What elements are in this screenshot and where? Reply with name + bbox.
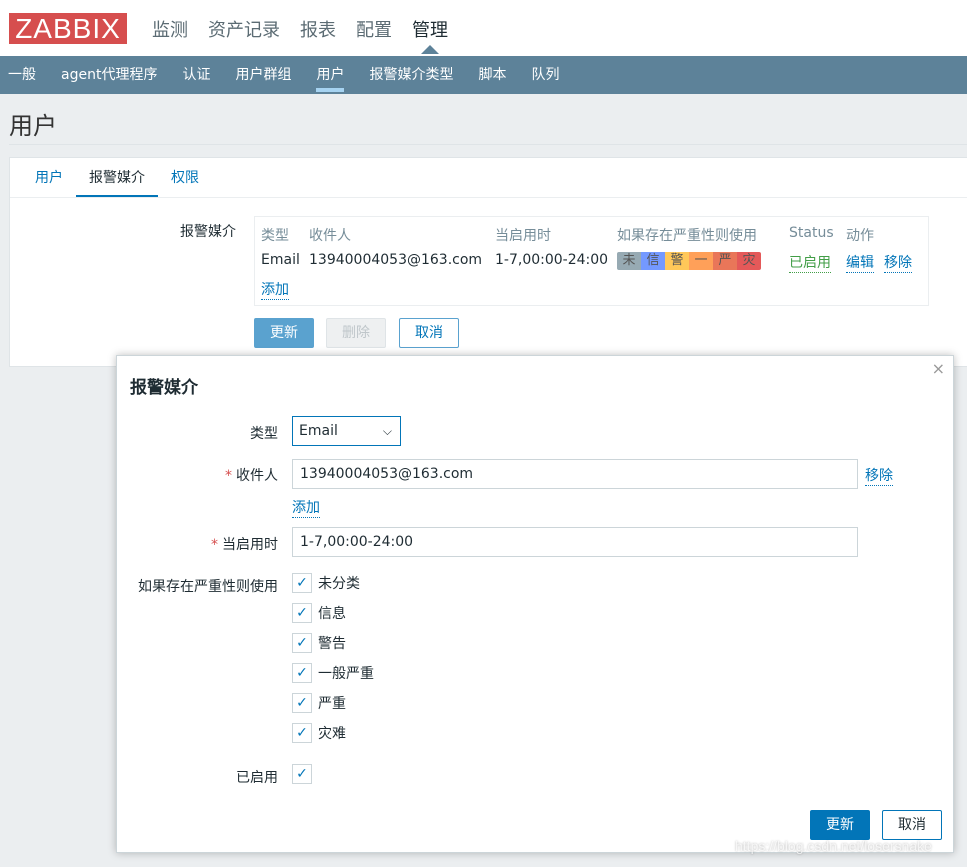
nav-monitoring[interactable]: 监测: [152, 16, 188, 42]
check-icon: ✓: [292, 663, 312, 683]
tabs: 用户 报警媒介 权限: [22, 170, 212, 198]
media-label: 报警媒介: [180, 224, 236, 240]
tab-user[interactable]: 用户: [22, 170, 76, 198]
nav-configuration[interactable]: 配置: [356, 16, 392, 42]
sub-nav: 一般 agent代理程序 认证 用户群组 用户 报警媒介类型 脚本 队列: [0, 56, 967, 94]
check-icon: ✓: [292, 764, 312, 784]
severity-badge: 灾: [737, 252, 761, 270]
update-button[interactable]: 更新: [254, 318, 314, 348]
checkbox-information[interactable]: ✓ 信息: [292, 603, 346, 623]
checkbox-not-classified[interactable]: ✓ 未分类: [292, 573, 360, 593]
checkbox-warning[interactable]: ✓ 警告: [292, 633, 346, 653]
watermark: https://blog.csdn.net/losersnake: [735, 838, 932, 854]
page-title: 用户: [9, 112, 57, 140]
col-when-active: 当启用时: [495, 228, 551, 244]
type-select-value: Email: [299, 423, 338, 439]
edit-link[interactable]: 编辑: [846, 252, 874, 273]
subnav-queue[interactable]: 队列: [531, 56, 559, 94]
send-to-input[interactable]: 13940004053@163.com: [292, 459, 858, 489]
severity-badge: 信: [641, 252, 665, 270]
nav-administration[interactable]: 管理: [412, 16, 448, 54]
check-icon: ✓: [292, 573, 312, 593]
check-icon: ✓: [292, 723, 312, 743]
type-select[interactable]: Email ⌵: [292, 416, 401, 446]
check-icon: ✓: [292, 603, 312, 623]
user-form-panel: 用户 报警媒介 权限 报警媒介 类型 收件人 当启用时 如果存在严重性则使用 S…: [9, 157, 967, 367]
close-icon[interactable]: ×: [932, 359, 945, 378]
subnav-scripts[interactable]: 脚本: [478, 56, 506, 94]
severity-badge: 未: [617, 252, 641, 270]
main-nav: 监测 资产记录 报表 配置 管理: [152, 16, 448, 54]
chevron-down-icon: ⌵: [382, 424, 392, 438]
media-send-to: 13940004053@163.com: [309, 252, 483, 268]
media-status[interactable]: 已启用: [789, 252, 831, 273]
subnav-authentication[interactable]: 认证: [182, 56, 210, 94]
col-severity: 如果存在严重性则使用: [617, 228, 757, 244]
media-when-active: 1-7,00:00-24:00: [495, 252, 609, 268]
checkbox-average[interactable]: ✓ 一般严重: [292, 663, 374, 683]
subnav-users[interactable]: 用户: [316, 56, 345, 94]
media-dialog: 报警媒介 × 类型 Email ⌵ * 收件人 13940004053@163.co…: [116, 355, 954, 853]
nav-reports[interactable]: 报表: [300, 16, 336, 42]
severity-badge: 一: [689, 252, 713, 270]
when-active-input[interactable]: 1-7,00:00-24:00: [292, 527, 858, 557]
dialog-update-button[interactable]: 更新: [810, 810, 870, 840]
severity-badge: 警: [665, 252, 689, 270]
subnav-user-groups[interactable]: 用户群组: [235, 56, 291, 94]
media-type: Email: [261, 252, 300, 268]
enabled-label: 已启用: [236, 770, 278, 786]
header: ZABBIX 监测 资产记录 报表 配置 管理: [0, 0, 967, 56]
subnav-media-types[interactable]: 报警媒介类型: [369, 56, 453, 94]
divider: [9, 144, 967, 145]
nav-inventory[interactable]: 资产记录: [208, 16, 280, 42]
severity-label: 如果存在严重性则使用: [138, 579, 278, 595]
delete-button[interactable]: 删除: [326, 318, 386, 348]
col-action: 动作: [846, 228, 874, 244]
dialog-cancel-button[interactable]: 取消: [882, 810, 942, 840]
subnav-general[interactable]: 一般: [8, 56, 36, 94]
tab-divider: [10, 197, 967, 198]
type-label: 类型: [250, 426, 278, 442]
severity-badge: 严: [713, 252, 737, 270]
checkbox-enabled[interactable]: ✓: [292, 764, 312, 784]
remove-link[interactable]: 移除: [884, 252, 912, 273]
checkbox-high[interactable]: ✓ 严重: [292, 693, 346, 713]
send-to-label: * 收件人: [225, 468, 278, 484]
media-table: 类型 收件人 当启用时 如果存在严重性则使用 Status 动作 Email 1…: [254, 216, 929, 306]
severity-badges: 未信警一严灾: [617, 252, 761, 270]
checkbox-disaster[interactable]: ✓ 灾难: [292, 723, 346, 743]
when-active-label: * 当启用时: [211, 537, 278, 553]
col-status: Status: [789, 225, 834, 241]
col-type: 类型: [261, 228, 289, 244]
cancel-button[interactable]: 取消: [399, 318, 459, 348]
remove-recipient-link[interactable]: 移除: [865, 465, 893, 486]
check-icon: ✓: [292, 633, 312, 653]
col-send-to: 收件人: [309, 228, 351, 244]
zabbix-logo[interactable]: ZABBIX: [9, 13, 127, 44]
tab-permissions[interactable]: 权限: [158, 170, 212, 198]
tab-media[interactable]: 报警媒介: [76, 170, 158, 198]
add-recipient-link[interactable]: 添加: [292, 497, 320, 518]
add-media-link[interactable]: 添加: [261, 279, 289, 300]
check-icon: ✓: [292, 693, 312, 713]
subnav-proxies[interactable]: agent代理程序: [61, 56, 157, 94]
dialog-title: 报警媒介: [130, 378, 198, 398]
